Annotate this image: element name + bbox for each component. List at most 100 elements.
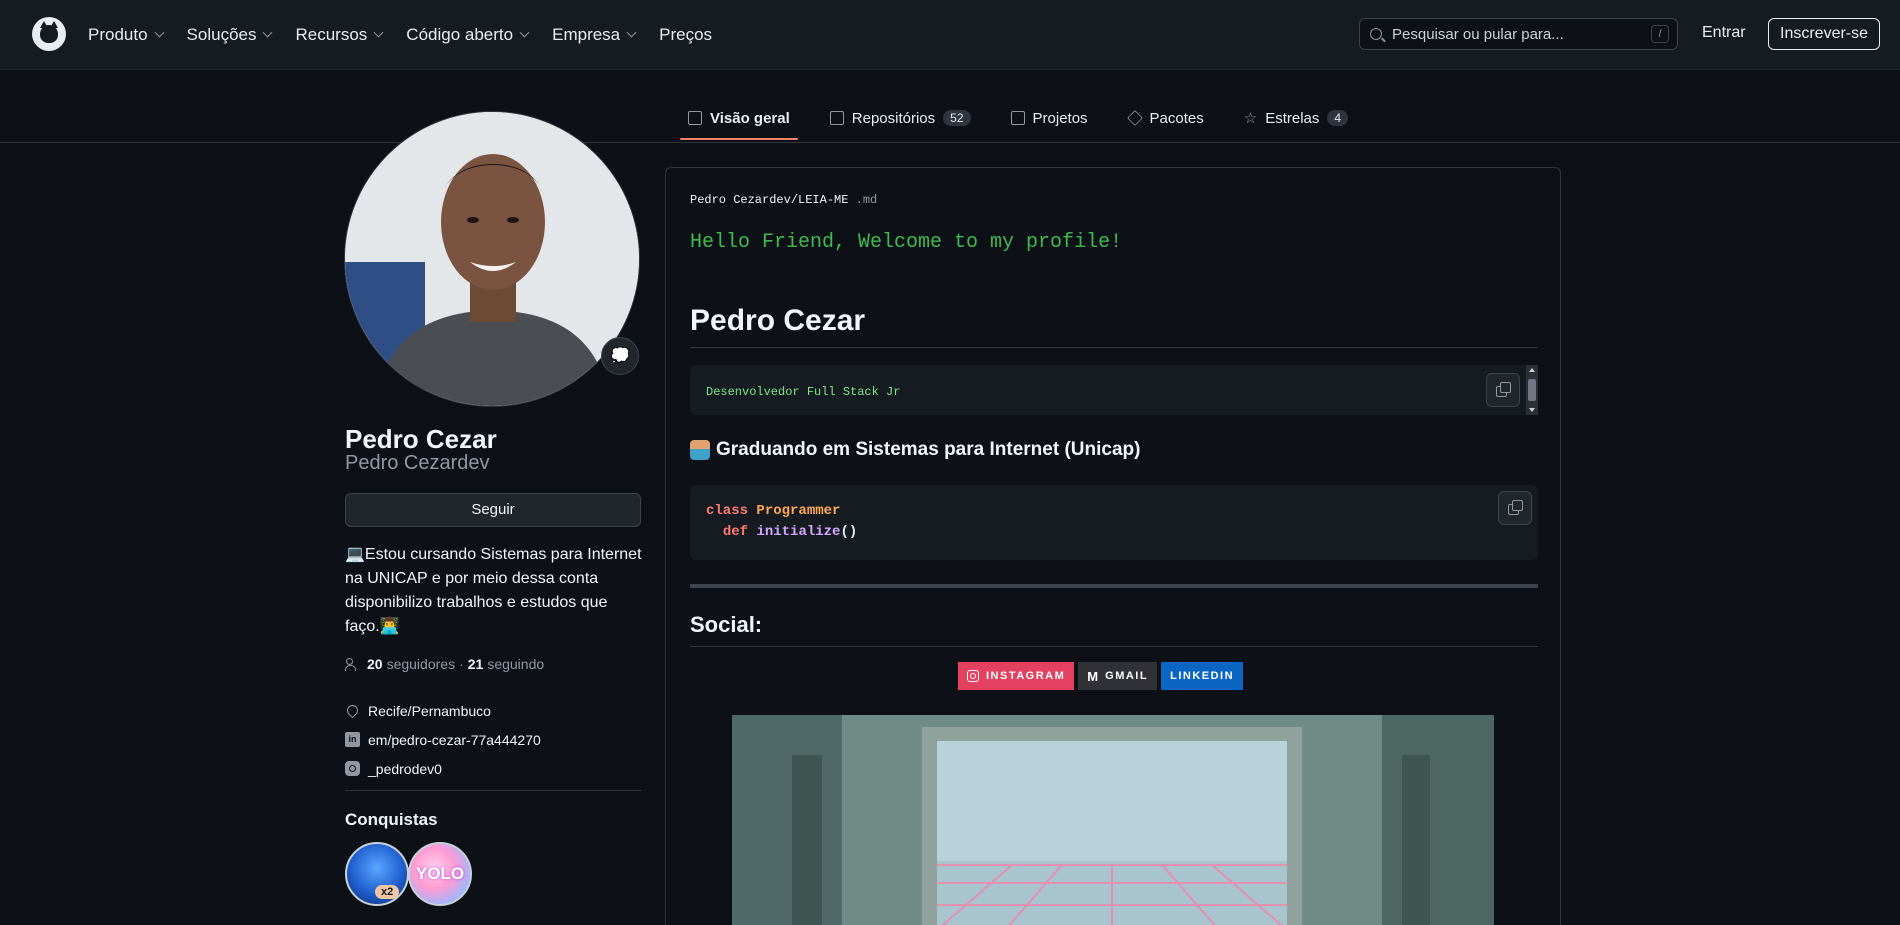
star-icon: ☆ — [1243, 110, 1258, 127]
linkedin-row: in em/pedro-cezar-77a444270 — [345, 725, 541, 754]
divider — [690, 584, 1538, 588]
typing-hello-text: Hello Friend, Welcome to my profile! — [690, 231, 1123, 254]
code-class-name: Programmer — [756, 503, 841, 519]
tab-repositories[interactable]: Repositórios 52 — [822, 100, 979, 136]
code-keyword: def — [722, 524, 749, 540]
nav-produto[interactable]: Produto — [88, 25, 164, 45]
nav-label: Produto — [88, 25, 148, 44]
main-nav: Produto Soluções Recursos Código aberto … — [88, 0, 712, 70]
tab-label: Repositórios — [851, 109, 936, 127]
tab-label: Estrelas — [1265, 109, 1320, 127]
copy-icon[interactable] — [1498, 491, 1532, 525]
instagram-badge[interactable]: INSTAGRAM — [958, 662, 1075, 690]
book-icon — [688, 111, 702, 125]
readme-path: Pedro Cezardev/LEIA-ME .md — [690, 193, 877, 207]
scroll-down-icon[interactable] — [1529, 408, 1535, 412]
linkedin-badge[interactable]: LINKEDIN — [1161, 662, 1244, 690]
tabs-divider — [0, 142, 1900, 143]
path-file[interactable]: LEIA-ME — [798, 193, 848, 207]
instagram-link[interactable]: _pedrodev0 — [368, 761, 442, 777]
avatar[interactable] — [344, 111, 640, 407]
divider — [345, 790, 641, 791]
followers-count[interactable]: 20 — [367, 656, 383, 672]
tab-packages[interactable]: Pacotes — [1120, 100, 1212, 136]
code-function-name: initialize — [756, 524, 841, 540]
tab-label: Projetos — [1032, 109, 1088, 127]
gmail-badge[interactable]: M GMAIL — [1078, 662, 1158, 690]
people-icon — [345, 658, 359, 671]
technologist-emoji-icon — [690, 440, 710, 460]
tab-projects[interactable]: Projetos — [1003, 100, 1096, 136]
nav-empresa[interactable]: Empresa — [552, 25, 637, 45]
readme-title: Pedro Cezar — [690, 304, 1538, 348]
instagram-icon — [345, 761, 360, 776]
yolo-badge-icon[interactable]: YOLO — [408, 842, 472, 906]
chevron-down-icon — [373, 27, 384, 38]
package-icon — [1126, 110, 1143, 126]
nav-solucoes[interactable]: Soluções — [186, 25, 273, 45]
readme-subtitle: Graduando em Sistemas para Internet (Uni… — [690, 439, 1140, 461]
following-count[interactable]: 21 — [468, 656, 484, 672]
stars-counter: 4 — [1327, 110, 1349, 126]
profile-fullname: Pedro Cezar — [345, 424, 497, 454]
repo-icon — [829, 111, 844, 125]
copy-icon[interactable] — [1486, 373, 1520, 407]
scroll-up-icon[interactable] — [1529, 368, 1535, 372]
status-emoji-icon[interactable]: 💭 — [601, 337, 639, 375]
profile-details: Recife/Pernambuco in em/pedro-cezar-77a4… — [344, 696, 541, 783]
search-input[interactable] — [1392, 25, 1642, 43]
search-box[interactable]: / — [1359, 18, 1678, 50]
profile-username: Pedro Cezardev — [345, 452, 490, 474]
badge-label: GMAIL — [1105, 670, 1149, 682]
path-separator: / — [790, 193, 799, 207]
tab-overview[interactable]: Visão geral — [680, 100, 798, 140]
badge-tier-count: x2 — [375, 885, 400, 899]
gmail-icon: M — [1087, 668, 1099, 684]
separator: · — [459, 656, 464, 672]
chevron-down-icon — [519, 27, 530, 38]
nav-label: Soluções — [186, 25, 257, 44]
tab-stars[interactable]: ☆ Estrelas 4 — [1236, 100, 1356, 136]
signin-link[interactable]: Entrar — [1702, 24, 1746, 42]
avatar-photo — [345, 112, 639, 406]
shortcut-key: / — [1651, 25, 1669, 43]
ruby-code-block: class Programmer def initialize() — [690, 485, 1538, 560]
nav-label: Código aberto — [406, 25, 514, 44]
nav-precos[interactable]: Preços — [659, 25, 712, 45]
github-logo-icon[interactable] — [32, 17, 66, 51]
location-icon — [344, 702, 361, 719]
social-heading: Social: — [690, 612, 1538, 647]
global-header: Produto Soluções Recursos Código aberto … — [0, 0, 1900, 70]
path-owner[interactable]: Pedro Cezardev — [690, 193, 791, 207]
signup-button[interactable]: Inscrever-se — [1768, 18, 1881, 50]
code-scrollbar[interactable] — [1526, 365, 1538, 415]
following-label[interactable]: seguindo — [487, 656, 544, 672]
code-line-2: def initialize() — [706, 522, 857, 543]
code-keyword: class — [706, 503, 749, 519]
arcade-image — [732, 715, 1494, 925]
follow-button[interactable]: Seguir — [345, 493, 641, 527]
followers-label[interactable]: seguidores — [387, 656, 456, 672]
repo-counter: 52 — [943, 110, 971, 126]
yolo-badge-text: YOLO — [415, 864, 465, 883]
role-text: Desenvolvedor Full Stack Jr — [706, 385, 901, 399]
linkedin-icon: in — [345, 732, 360, 747]
chevron-down-icon — [154, 27, 164, 38]
tab-label: Visão geral — [710, 109, 790, 127]
nav-codigo-aberto[interactable]: Código aberto — [406, 25, 530, 45]
location-text: Recife/Pernambuco — [368, 702, 491, 719]
chevron-down-icon — [263, 27, 273, 38]
scroll-thumb[interactable] — [1528, 379, 1536, 401]
achievements-title: Conquistas — [345, 810, 438, 829]
nav-recursos[interactable]: Recursos — [295, 25, 384, 45]
nav-label: Preços — [659, 25, 713, 44]
linkedin-link[interactable]: em/pedro-cezar-77a444270 — [368, 732, 541, 748]
code-line-1: class Programmer — [706, 501, 857, 522]
badge-label: LINKEDIN — [1170, 670, 1235, 682]
search-icon — [1370, 28, 1382, 40]
subtitle-text: Graduando em Sistemas para Internet (Uni… — [716, 439, 1141, 460]
instagram-row: _pedrodev0 — [345, 754, 541, 783]
location-row: Recife/Pernambuco — [344, 696, 541, 725]
instagram-icon — [967, 670, 979, 682]
code-punctuation: () — [840, 524, 858, 540]
